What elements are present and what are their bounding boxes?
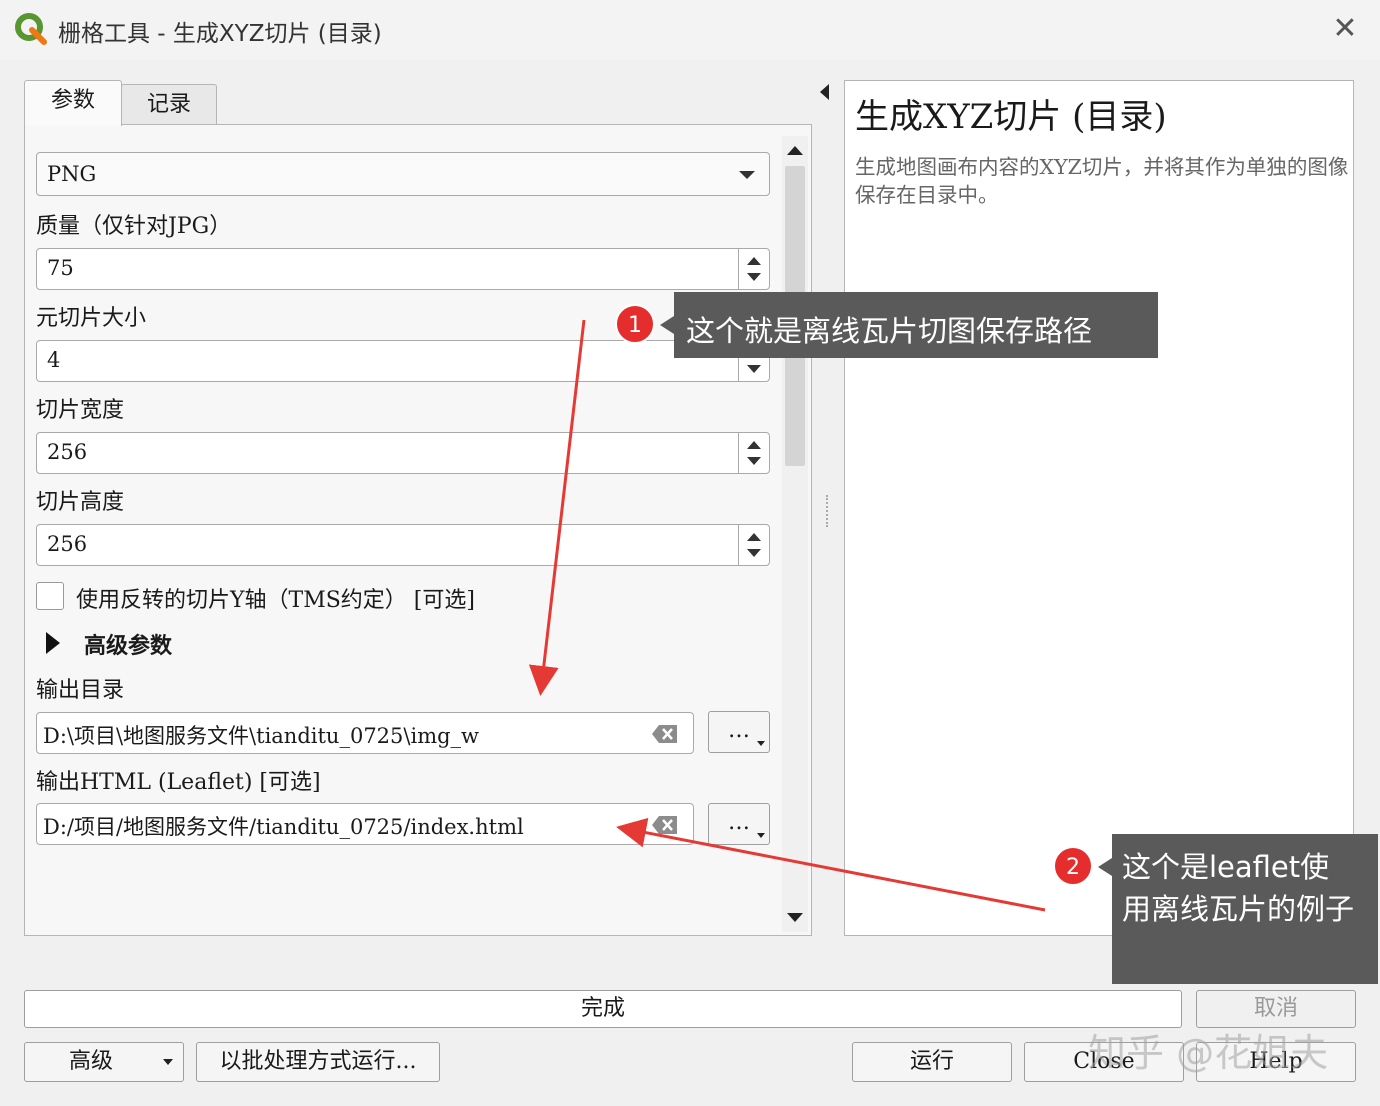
arrow-2 — [616, 817, 1046, 912]
arrow-1 — [528, 319, 586, 696]
callout-pointer — [660, 316, 674, 334]
annotation-callout-1: 这个就是离线瓦片切图保存路径 — [674, 292, 1158, 358]
annotation-callout-2: 这个是leaflet使用离线瓦片的例子 — [1112, 834, 1378, 984]
callout-pointer — [1098, 858, 1112, 876]
tab-parameters[interactable]: 参数 — [24, 80, 122, 126]
annotation-text-2: 这个是leaflet使用离线瓦片的例子 — [1122, 850, 1355, 926]
annotation-badge-1: 1 — [615, 304, 655, 344]
tab-parameters-label: 参数 — [50, 88, 95, 113]
annotation-badge-2: 2 — [1053, 846, 1093, 886]
watermark: 知乎 @花姐夫 — [1088, 1031, 1329, 1075]
annotation-text-1: 这个就是离线瓦片切图保存路径 — [686, 314, 1093, 348]
